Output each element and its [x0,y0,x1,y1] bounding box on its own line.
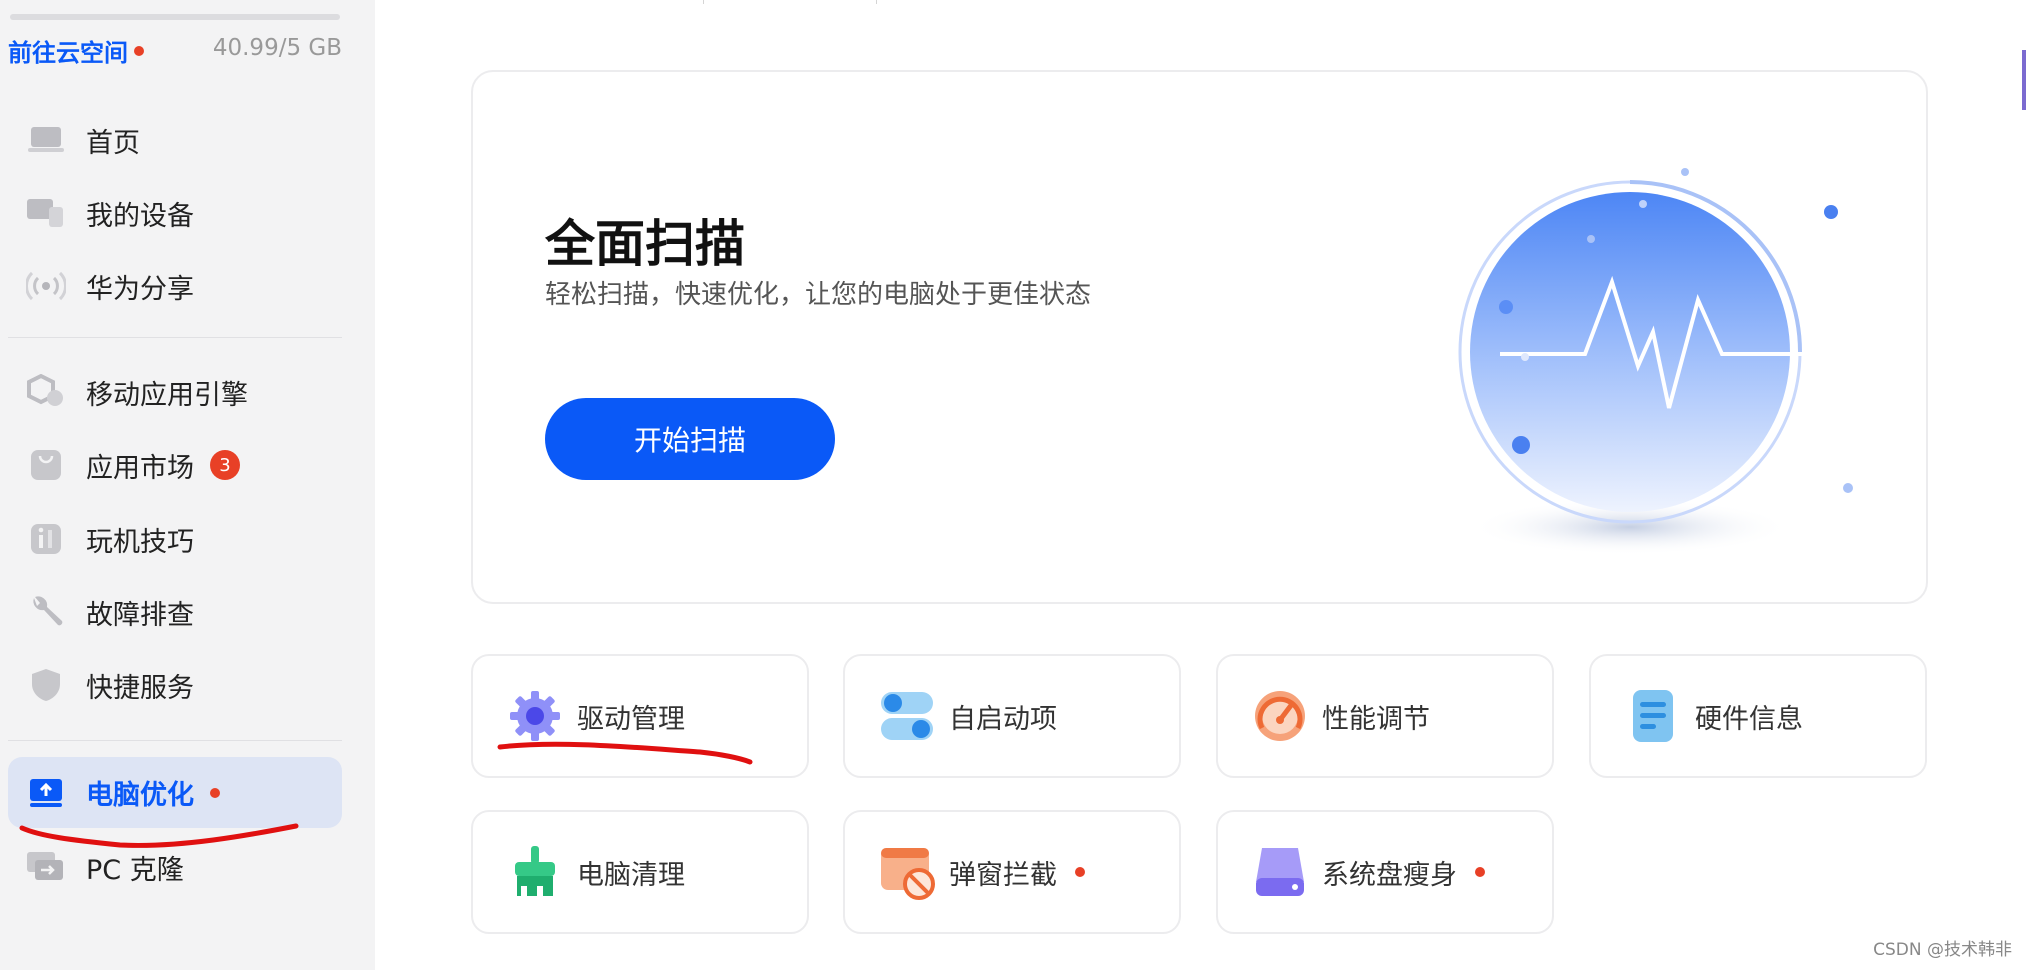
tile-label: 自启动项 [949,703,1057,735]
popup-block-icon [879,844,935,900]
sidebar-item-label: 华为分享 [86,273,194,305]
full-scan-card: 全面扫描 轻松扫描，快速优化，让您的电脑处于更佳状态 开始扫描 [471,70,1928,604]
sidebar-item-mobile-engine[interactable]: 移动应用引擎 [8,359,342,425]
sidebar-item-label: 移动应用引擎 [86,379,248,411]
cloud-space-link[interactable]: 前往云空间 [8,33,144,68]
sidebar-item-tips[interactable]: 玩机技巧 [8,506,342,572]
wrench-icon [26,592,66,632]
scan-title: 全面扫描 [545,215,745,273]
tile-label: 性能调节 [1322,703,1430,735]
sidebar-item-label: 故障排查 [86,599,194,631]
sidebar-divider [8,740,342,741]
sidebar-item-share[interactable]: 华为分享 [8,253,342,319]
tile-label: 驱动管理 [577,703,685,735]
update-count-badge: 3 [210,450,240,480]
performance-tuning-tile[interactable]: 性能调节 [1216,654,1554,778]
startup-items-tile[interactable]: 自启动项 [843,654,1181,778]
cloud-space-label: 前往云空间 [8,39,128,67]
notification-dot [1075,867,1085,877]
gauge-icon [1252,688,1308,744]
csdn-watermark: CSDN @技术韩非 [1873,940,2012,960]
window-edge-scroll-indicator[interactable] [2022,50,2026,110]
system-disk-slim-tile[interactable]: 系统盘瘦身 [1216,810,1554,934]
pc-optimize-icon [26,773,66,813]
sidebar-item-pc-optimize[interactable]: 电脑优化 [8,757,342,828]
sidebar-item-troubleshoot[interactable]: 故障排查 [8,579,342,645]
scan-subtitle: 轻松扫描，快速优化，让您的电脑处于更佳状态 [545,280,1092,310]
sidebar-item-label: 应用市场 [86,452,194,484]
tile-label: 弹窗拦截 [949,859,1057,891]
start-scan-button[interactable]: 开始扫描 [545,398,835,480]
toggle-switch-icon [879,688,935,744]
laptop-icon [26,120,66,160]
sidebar-item-label: 电脑优化 [86,780,194,811]
sidebar-item-label: 首页 [86,127,140,159]
broom-icon [507,844,563,900]
sidebar-item-label: 快捷服务 [86,672,194,704]
sidebar-item-label: PC 克隆 [86,854,184,886]
pc-clone-icon [26,847,66,887]
pc-cleanup-tile[interactable]: 电脑清理 [471,810,809,934]
hexagon-engine-icon [26,372,66,412]
tile-label: 系统盘瘦身 [1322,859,1457,891]
top-edge-mark [876,0,877,4]
shopping-bag-icon [26,445,66,485]
sidebar-divider [8,337,342,338]
sidebar-scrollbar[interactable] [10,14,340,20]
sidebar: 前往云空间 40.99/5 GB 首页 我的设备 华为分享 移动应用引擎 应用市… [0,0,375,970]
share-wave-icon [26,266,66,306]
tile-label: 电脑清理 [577,859,685,891]
notification-dot [134,45,144,56]
driver-management-tile[interactable]: 驱动管理 [471,654,809,778]
notification-dot [210,787,220,798]
tile-label: 硬件信息 [1695,703,1803,735]
notification-dot [1475,867,1485,877]
tips-icon [26,519,66,559]
sidebar-item-label: 玩机技巧 [86,526,194,558]
hardware-info-tile[interactable]: 硬件信息 [1589,654,1927,778]
document-icon [1625,688,1681,744]
scan-orb-illustration [1458,168,1853,555]
devices-icon [26,193,66,233]
sidebar-item-app-market[interactable]: 应用市场 3 [8,432,342,498]
top-edge-mark [703,0,704,4]
disk-icon [1252,844,1308,900]
gear-icon [507,688,563,744]
storage-usage: 40.99/5 GB [212,35,342,61]
shield-icon [26,665,66,705]
sidebar-item-quick-service[interactable]: 快捷服务 [8,652,342,718]
sidebar-item-devices[interactable]: 我的设备 [8,180,342,246]
popup-blocker-tile[interactable]: 弹窗拦截 [843,810,1181,934]
sidebar-item-label: 我的设备 [86,200,194,232]
sidebar-item-pc-clone[interactable]: PC 克隆 [8,834,342,900]
sidebar-item-home[interactable]: 首页 [8,107,342,173]
